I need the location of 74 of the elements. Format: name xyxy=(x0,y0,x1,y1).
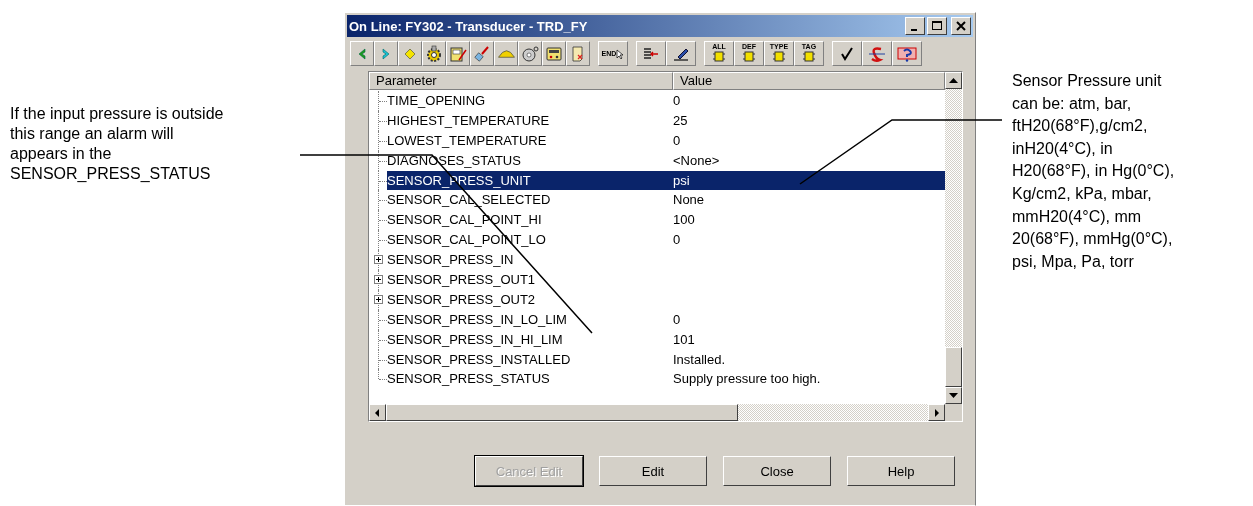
parameter-value: 101 xyxy=(673,330,695,349)
dialog-button[interactable]: Close xyxy=(723,456,831,486)
chip-icon xyxy=(772,51,786,62)
minimize-button[interactable] xyxy=(905,17,925,35)
parameter-name[interactable]: SENSOR_PRESS_OUT2 xyxy=(387,289,673,310)
gear-icon xyxy=(425,44,443,63)
parameter-value: 0 xyxy=(673,92,681,110)
expand-icon[interactable] xyxy=(374,275,383,284)
parameter-name[interactable]: LOWEST_TEMPERATURE xyxy=(387,130,673,151)
column-header[interactable]: Value xyxy=(673,72,945,90)
device-icon xyxy=(545,44,563,63)
close-icon xyxy=(956,21,966,31)
parameter-value: 0 xyxy=(673,310,681,329)
scroll-up-button[interactable] xyxy=(945,72,962,89)
scrollbar-corner xyxy=(945,404,962,421)
parameter-name[interactable]: SENSOR_PRESS_STATUS xyxy=(387,369,673,390)
dialog-button[interactable]: Edit xyxy=(599,456,707,486)
parameter-value: 0 xyxy=(673,231,681,250)
up-arrow-icon xyxy=(949,78,958,83)
parameter-value: <None> xyxy=(673,151,720,170)
scroll-thumb[interactable] xyxy=(945,347,962,387)
down-arrow-icon xyxy=(949,393,958,398)
left-arrow-icon xyxy=(375,408,380,417)
annotation-text: Sensor Pressure unit can be: atm, bar, ftH20(68°F),g/cm2, inH20(4°C), in H20(68°F), in Hg(0°C), Kg/cm2, kPa, mbar, mmH20(4°C), mm 20(68°F), mmHg(0°C), psi, Mpa, Pa, torr xyxy=(1012,71,1175,272)
list-icon xyxy=(641,45,661,62)
close-button[interactable] xyxy=(951,17,971,35)
annotation-text: If the input pressure is outside this range an alarm will appears in the SENSOR_PRESS_STATUS xyxy=(10,104,225,184)
dialog-button[interactable]: Help xyxy=(847,456,955,486)
parameter-name[interactable]: HIGHEST_TEMPERATURE xyxy=(387,110,673,131)
parameter-name[interactable]: SENSOR_PRESS_IN xyxy=(387,250,673,270)
scroll-left-button[interactable] xyxy=(369,404,386,421)
chip-icon xyxy=(712,51,726,62)
selected-row[interactable]: SENSOR_PRESS_UNIT psi xyxy=(387,170,945,191)
toolbar-button[interactable] xyxy=(422,41,446,66)
squiggle-icon xyxy=(868,44,886,63)
scroll-thumb[interactable] xyxy=(386,404,738,421)
parameter-name[interactable]: TIME_OPENING xyxy=(387,91,673,111)
cursor-icon xyxy=(616,49,625,59)
parameter-name[interactable]: SENSOR_PRESS_OUT1 xyxy=(387,270,673,290)
chip-icon xyxy=(742,51,756,62)
parameter-value: None xyxy=(673,191,705,210)
minimize-icon xyxy=(910,28,917,31)
parameter-name[interactable]: SENSOR_PRESS_IN_HI_LIM xyxy=(387,329,673,350)
expand-icon[interactable] xyxy=(374,294,383,304)
scroll-right-button[interactable] xyxy=(928,404,945,421)
toolbar-button[interactable] xyxy=(542,41,566,66)
maximize-icon xyxy=(932,21,942,31)
column-header[interactable]: Parameter xyxy=(369,72,673,90)
parameter-value: 100 xyxy=(673,211,695,230)
maximize-button[interactable] xyxy=(927,17,947,35)
parameter-name[interactable]: SENSOR_PRESS_INSTALLED xyxy=(387,349,673,370)
dome-icon xyxy=(497,49,515,58)
checkmark-icon xyxy=(839,45,855,62)
parameter-value: psi xyxy=(673,171,690,190)
toolbar-button[interactable] xyxy=(832,41,862,66)
toolbar-button[interactable] xyxy=(666,41,696,66)
chip-icon xyxy=(802,51,816,62)
expand-icon[interactable] xyxy=(374,255,383,265)
brush-icon xyxy=(473,44,491,63)
help-icon xyxy=(897,44,917,63)
toolbar-button[interactable] xyxy=(892,41,922,66)
parameter-name[interactable]: SENSOR_PRESS_IN_LO_LIM xyxy=(387,309,673,330)
parameter-name[interactable]: SENSOR_PRESS_UNIT xyxy=(387,170,673,191)
scroll-down-button[interactable] xyxy=(945,387,962,404)
window-title: On Line: FY302 - Transducer - TRD_FY xyxy=(349,18,588,34)
parameter-value: Installed. xyxy=(673,350,726,369)
parameter-value: 0 xyxy=(673,131,681,150)
right-arrow-icon xyxy=(934,408,939,417)
toolbar-button[interactable] xyxy=(518,41,542,66)
toolbar-button[interactable] xyxy=(636,41,666,66)
disc-icon xyxy=(521,44,539,63)
parameter-value: 25 xyxy=(673,111,688,130)
parameter-value: Supply pressure too high. xyxy=(673,370,821,389)
meter-icon xyxy=(449,44,467,63)
